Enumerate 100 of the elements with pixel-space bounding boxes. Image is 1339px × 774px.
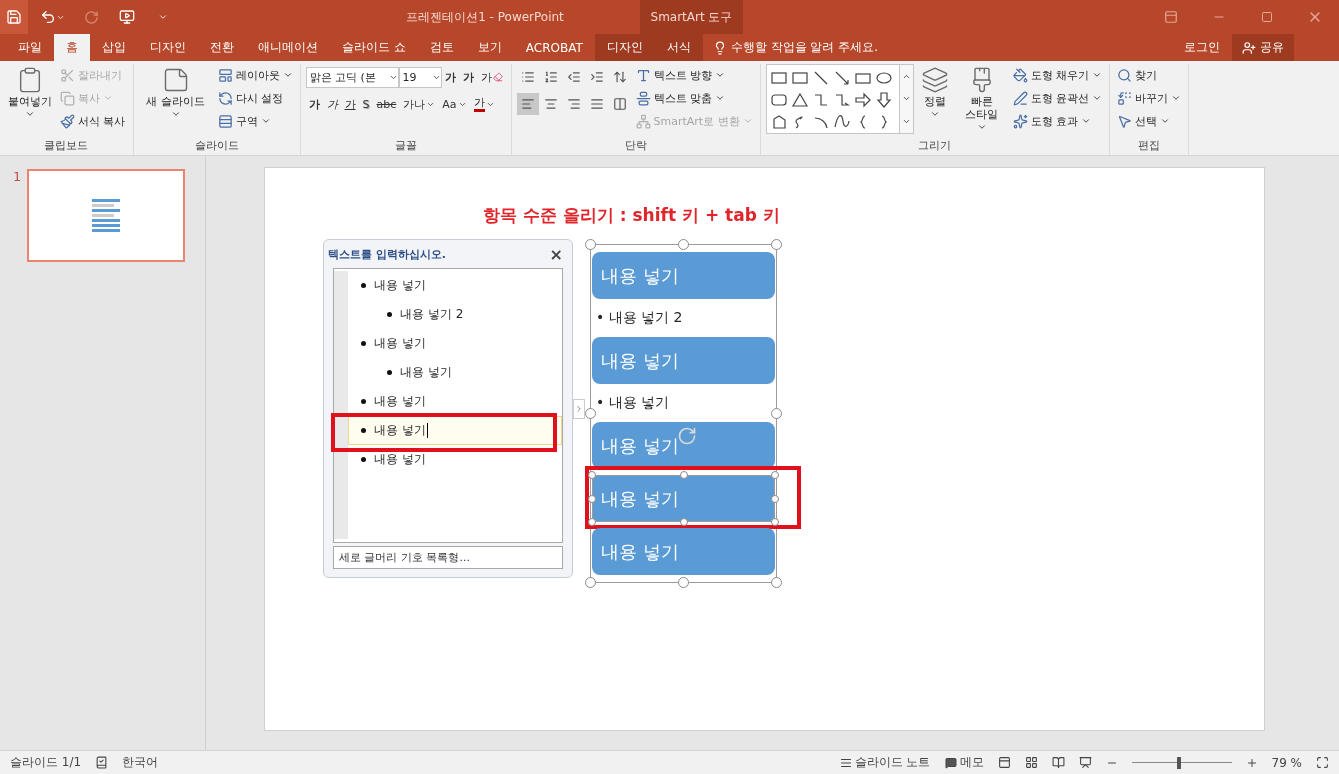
notes-icon — [839, 756, 852, 769]
ribbon-tab[interactable]: 검토 — [417, 34, 466, 61]
outline-item[interactable]: 내용 넣기 — [348, 271, 562, 300]
ribbon-tab[interactable]: 디자인 — [138, 34, 198, 61]
resize-handle[interactable] — [679, 518, 688, 526]
resize-handle[interactable] — [588, 494, 596, 503]
caret-icon — [1081, 116, 1092, 126]
shape-icon[interactable] — [790, 91, 809, 109]
group-label: 편집 — [1137, 138, 1162, 154]
ribbon-button[interactable]: 선택 — [1115, 110, 1184, 132]
outline-item[interactable]: 내용 넣기 — [348, 416, 562, 445]
reading-view-icon[interactable] — [1051, 756, 1065, 769]
resize-handle[interactable] — [678, 239, 689, 250]
clear-format-button[interactable]: 가 — [477, 66, 506, 88]
sign-in-link[interactable]: 로그인 — [1172, 34, 1232, 61]
ribbon-button[interactable]: 서식 복사 — [58, 110, 128, 132]
outline-item[interactable]: 내용 넣기 — [348, 329, 562, 358]
font-size-button[interactable]: 가 — [459, 66, 477, 88]
align-text-icon — [635, 90, 651, 106]
ribbon-large-button[interactable]: 새 슬라이드 — [138, 64, 213, 138]
sorter-view-icon[interactable] — [1024, 756, 1038, 769]
ribbon-button[interactable]: 다시 설정 — [215, 87, 295, 109]
ribbon-tab[interactable]: 홈 — [54, 34, 90, 61]
font-format-button[interactable]: 가 — [341, 93, 359, 115]
ribbon-button[interactable]: 레이아웃 — [215, 64, 295, 86]
save-icon[interactable] — [0, 0, 28, 34]
font-format-button[interactable]: abc — [373, 93, 400, 115]
smartart-frame[interactable]: 내용 넣기 • 내용 넣기 2 내용 넣기 • 내용 넣기 내용 넣기 내용 넣기 내용 넣기 — [585, 239, 801, 588]
shape-icon[interactable] — [853, 91, 872, 109]
group-label: 글꼴 — [393, 138, 418, 154]
group-label: 단락 — [623, 138, 648, 154]
shape-icon[interactable] — [769, 91, 788, 109]
ribbon-button[interactable]: 찾기 — [1115, 64, 1184, 86]
resize-handle[interactable] — [771, 471, 779, 479]
ribbon-tab[interactable]: 애니메이션 — [246, 34, 330, 61]
ribbon-button[interactable]: 바꾸기 — [1115, 87, 1184, 109]
rotate-handle[interactable] — [677, 426, 697, 446]
resize-handle[interactable] — [771, 408, 782, 419]
slideshow-view-icon[interactable] — [1078, 756, 1092, 769]
resize-handle[interactable] — [771, 577, 782, 588]
tell-me-field[interactable]: 수행할 작업을 알려 주세요. — [702, 34, 889, 61]
comments-button[interactable]: 메모 — [944, 754, 984, 771]
resize-handle[interactable] — [588, 471, 596, 479]
ribbon-tab[interactable]: 삽입 — [90, 34, 138, 61]
language-label: 한국어 — [122, 754, 159, 771]
ribbon-button[interactable]: 도형 윤곽선 — [1010, 87, 1105, 109]
normal-view-icon[interactable] — [997, 756, 1011, 769]
spelling-icon[interactable] — [95, 756, 109, 769]
ribbon-button[interactable]: 도형 효과 — [1010, 110, 1105, 132]
font-format-button[interactable]: Aa — [439, 93, 470, 115]
pointer-icon — [1117, 113, 1133, 129]
close-button[interactable]: × — [549, 244, 563, 264]
slide-thumbnail[interactable] — [27, 169, 186, 262]
font-size-button[interactable]: 가 — [441, 66, 459, 88]
font-name-field[interactable]: 맑은 고딕 (본 — [305, 66, 399, 88]
resize-handle[interactable] — [588, 518, 596, 526]
outline-item[interactable]: 내용 넣기 — [348, 445, 562, 474]
font-format-button[interactable]: 가 — [323, 93, 341, 115]
font-format-button[interactable]: S — [359, 93, 373, 115]
ribbon-large-button[interactable]: 빠른 스타일 — [955, 64, 1008, 138]
ribbon-large-button[interactable]: 정렬 — [916, 64, 953, 138]
ribbon-tab[interactable]: 파일 — [6, 34, 54, 61]
resize-handle[interactable] — [771, 239, 782, 250]
ribbon-tab[interactable]: 디자인 — [594, 34, 655, 61]
ribbon-button[interactable]: 텍스트 맞춤 — [633, 87, 755, 109]
outline-item[interactable]: 내용 넣기 2 — [348, 300, 562, 329]
ribbon-button[interactable]: 텍스트 방향 — [633, 64, 755, 86]
resize-handle[interactable] — [771, 494, 779, 503]
zoom-in-icon[interactable] — [1245, 756, 1258, 769]
outline-item[interactable]: 내용 넣기 — [348, 358, 562, 387]
shape-icon[interactable] — [874, 91, 893, 109]
resize-handle[interactable] — [585, 239, 596, 250]
font-size-field[interactable]: 19 — [398, 66, 442, 88]
font-format-button[interactable]: 가나 — [400, 93, 439, 115]
resize-handle[interactable] — [679, 471, 688, 479]
caret-icon — [282, 70, 293, 80]
reset-icon — [217, 90, 233, 106]
ribbon-tab[interactable]: 보기 — [465, 34, 514, 61]
notes-button[interactable]: 슬라이드 노트 — [839, 754, 931, 771]
ribbon-tab[interactable]: 서식 — [654, 34, 703, 61]
ribbon-tab[interactable]: ACROBAT — [513, 34, 595, 61]
align-icon[interactable] — [516, 93, 539, 115]
ribbon-large-button[interactable]: 붙여넣기 — [5, 64, 55, 138]
ribbon-button[interactable]: 구역 — [215, 110, 295, 132]
font-format-button[interactable]: 가 — [470, 93, 498, 115]
resize-handle[interactable] — [585, 577, 596, 588]
ribbon-button[interactable]: 도형 채우기 — [1010, 64, 1105, 86]
ribbon-tab[interactable]: 전환 — [198, 34, 246, 61]
outline-item[interactable]: 내용 넣기 — [348, 387, 562, 416]
smartart-bullet: • 내용 넣기 2 — [595, 308, 684, 327]
font-format-button[interactable]: 가 — [305, 93, 323, 115]
resize-handle[interactable] — [678, 577, 689, 588]
ribbon-tab[interactable]: 슬라이드 쇼 — [330, 34, 418, 61]
resize-handle[interactable] — [585, 408, 596, 419]
fit-slide-icon[interactable] — [1316, 756, 1329, 769]
resize-handle[interactable] — [771, 518, 779, 526]
copy-icon — [60, 90, 75, 106]
shape-icon[interactable] — [874, 69, 893, 87]
text-direction-icon — [635, 67, 651, 83]
share-button[interactable]: 공유 — [1232, 34, 1294, 61]
